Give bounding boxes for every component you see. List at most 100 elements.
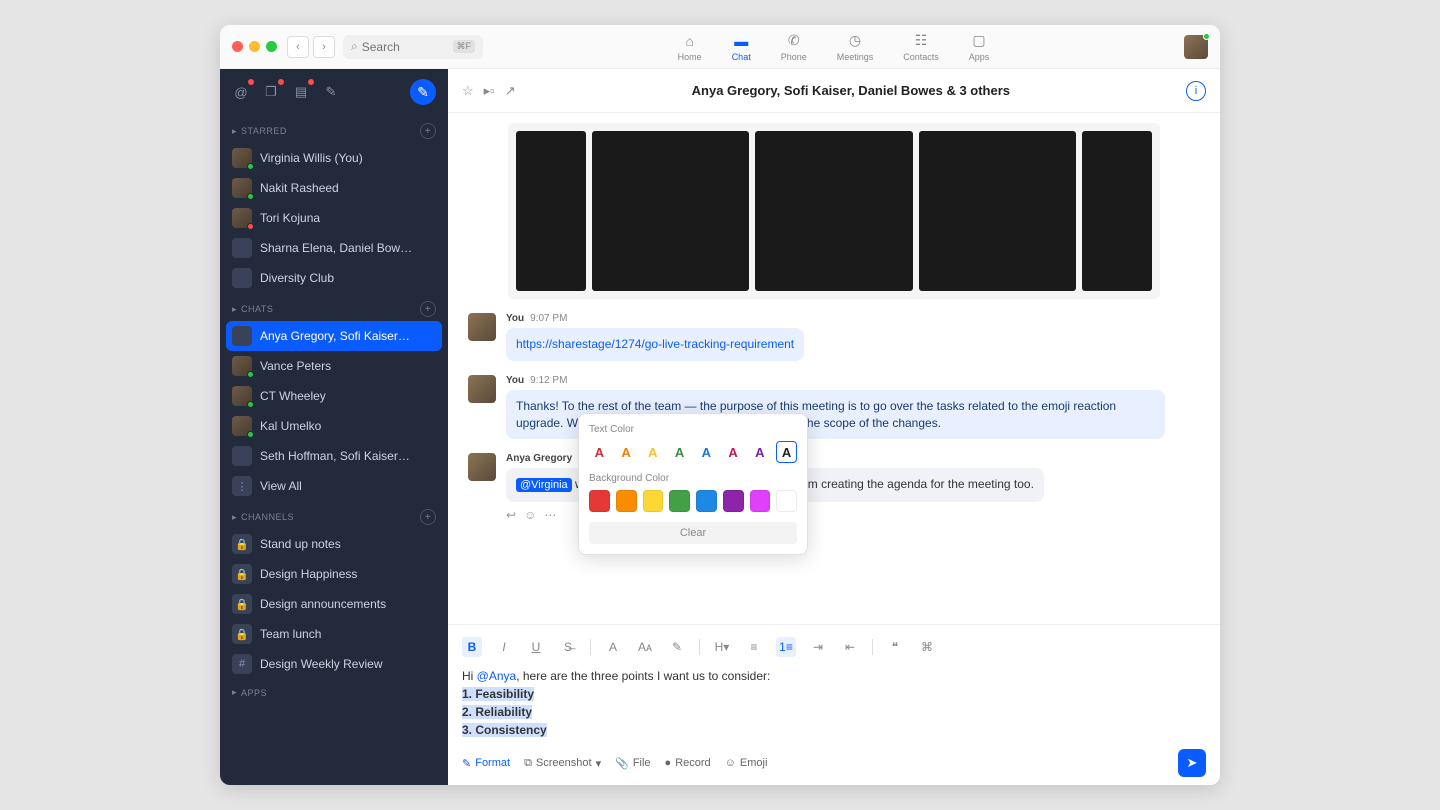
sidebar-item-starred-1[interactable]: Nakit Rasheed [220,173,448,203]
bg-color-swatch[interactable] [776,490,797,512]
back-button[interactable]: ‹ [287,36,309,58]
info-icon[interactable]: i [1186,81,1206,101]
footer-label: Emoji [740,757,768,769]
bg-color-swatch[interactable] [723,490,744,512]
bg-color-swatch[interactable] [669,490,690,512]
sidebar-item-channel-1[interactable]: 🔒Design Happiness [220,559,448,589]
search-box[interactable]: ⌕ ⌘F [343,35,483,59]
format-toggle[interactable]: ✎ Format [462,757,510,770]
bookmarks-icon[interactable]: ❐ [262,83,280,101]
new-window-icon[interactable]: ↗ [505,83,516,99]
text-color-button[interactable]: A [603,637,623,657]
star-icon[interactable]: ☆ [462,83,474,99]
add-starred-button[interactable]: + [420,123,436,139]
sidebar-item-chat-3[interactable]: Kal Umelko [220,411,448,441]
section-starred-header[interactable]: ▸ Starred+ [220,115,448,143]
nav-label: Apps [969,52,990,62]
emoji-button[interactable]: ☺ Emoji [725,757,768,769]
message-avatar[interactable] [468,375,496,403]
text-color-swatch[interactable]: A [776,441,797,463]
record-button[interactable]: ● Record [665,757,711,769]
message-avatar[interactable] [468,453,496,481]
indent-button[interactable]: ⇥ [808,637,828,657]
add-channel-button[interactable]: + [420,509,436,525]
sidebar-item-starred-3[interactable]: Sharna Elena, Daniel Bow… [220,233,448,263]
italic-button[interactable]: I [494,637,514,657]
file-button[interactable]: 📎 File [615,757,650,770]
bg-color-swatch[interactable] [696,490,717,512]
compose-button[interactable]: ✎ [410,79,436,105]
numbered-list-button[interactable]: 1≡ [776,637,796,657]
section-channels-header[interactable]: ▸ Channels+ [220,501,448,529]
text-color-swatch[interactable]: A [723,441,744,463]
search-input[interactable] [362,40,453,54]
section-apps-header[interactable]: ▸ Apps [220,679,448,702]
nav-chat[interactable]: ▬Chat [732,32,751,62]
sidebar-item-starred-0[interactable]: Virginia Willis (You) [220,143,448,173]
heading-button[interactable]: H▾ [712,637,732,657]
compose-mention[interactable]: @Anya [477,669,517,683]
sidebar-item-chat-1[interactable]: Vance Peters [220,351,448,381]
bg-color-swatch[interactable] [616,490,637,512]
outdent-button[interactable]: ⇤ [840,637,860,657]
nav-meetings[interactable]: ◷Meetings [837,32,874,62]
composer: B I U S̶ A Aᴀ ✎ H▾ ≡ 1≡ ⇥ ⇤ ❝ ⌘ [448,624,1220,785]
message-time: 9:07 PM [530,313,567,324]
text-color-swatch[interactable]: A [643,441,664,463]
profile-avatar[interactable] [1184,35,1208,59]
attachment-preview[interactable] [508,123,1160,299]
composer-input[interactable]: Hi @Anya, here are the three points I wa… [462,665,1206,741]
text-color-swatch[interactable]: A [616,441,637,463]
mention[interactable]: @Virginia [516,478,572,492]
message-avatar[interactable] [468,313,496,341]
more-icon[interactable]: ⋯ [544,508,556,522]
sidebar-item-channel-0[interactable]: 🔒Stand up notes [220,529,448,559]
drafts-icon[interactable]: ✎ [322,83,340,101]
text-color-swatch[interactable]: A [589,441,610,463]
files-icon[interactable]: ▤ [292,83,310,101]
nav-home[interactable]: ⌂Home [678,32,702,62]
video-icon[interactable]: ▸▫ [484,83,495,99]
text-color-swatch[interactable]: A [669,441,690,463]
sidebar-item-channel-3[interactable]: 🔒Team lunch [220,619,448,649]
nav-phone[interactable]: ✆Phone [781,32,807,62]
link-button[interactable]: ⌘ [917,637,937,657]
clear-format-button[interactable]: ✎ [667,637,687,657]
sidebar-item-starred-2[interactable]: Tori Kojuna [220,203,448,233]
message-link[interactable]: https://sharestage/1274/go-live-tracking… [516,337,794,351]
strike-button[interactable]: S̶ [558,637,578,657]
sidebar-item-channel-4[interactable]: #Design Weekly Review [220,649,448,679]
quote-button[interactable]: ❝ [885,637,905,657]
screenshot-button[interactable]: ⧉ Screenshot ▾ [524,757,601,770]
font-size-button[interactable]: Aᴀ [635,637,655,657]
forward-button[interactable]: › [313,36,335,58]
mentions-icon[interactable]: @ [232,83,250,101]
nav-label: Meetings [837,52,874,62]
maximize-window-icon[interactable] [266,41,277,52]
bg-color-swatch[interactable] [750,490,771,512]
text-color-swatch[interactable]: A [696,441,717,463]
nav-contacts[interactable]: ☷Contacts [903,32,939,62]
sidebar-item-channel-2[interactable]: 🔒Design announcements [220,589,448,619]
messages-pane[interactable]: You9:07 PM https://sharestage/1274/go-li… [448,113,1220,624]
add-chat-button[interactable]: + [420,301,436,317]
sidebar-item-chat-0[interactable]: Anya Gregory, Sofi Kaiser… [226,321,442,351]
bold-button[interactable]: B [462,637,482,657]
close-window-icon[interactable] [232,41,243,52]
nav-apps[interactable]: ▢Apps [969,32,990,62]
sidebar-item-chat-2[interactable]: CT Wheeley [220,381,448,411]
sidebar-item-starred-4[interactable]: Diversity Club [220,263,448,293]
clear-color-button[interactable]: Clear [589,522,797,544]
underline-button[interactable]: U [526,637,546,657]
sidebar-item-chat-4[interactable]: Seth Hoffman, Sofi Kaiser… [220,441,448,471]
send-button[interactable]: ➤ [1178,749,1206,777]
bg-color-swatch[interactable] [643,490,664,512]
react-icon[interactable]: ☺ [524,508,536,522]
reply-icon[interactable]: ↩ [506,508,516,522]
text-color-swatch[interactable]: A [750,441,771,463]
section-chats-header[interactable]: ▸ Chats+ [220,293,448,321]
sidebar-item-view-all[interactable]: ⋮View All [220,471,448,501]
bg-color-swatch[interactable] [589,490,610,512]
bullet-list-button[interactable]: ≡ [744,637,764,657]
minimize-window-icon[interactable] [249,41,260,52]
